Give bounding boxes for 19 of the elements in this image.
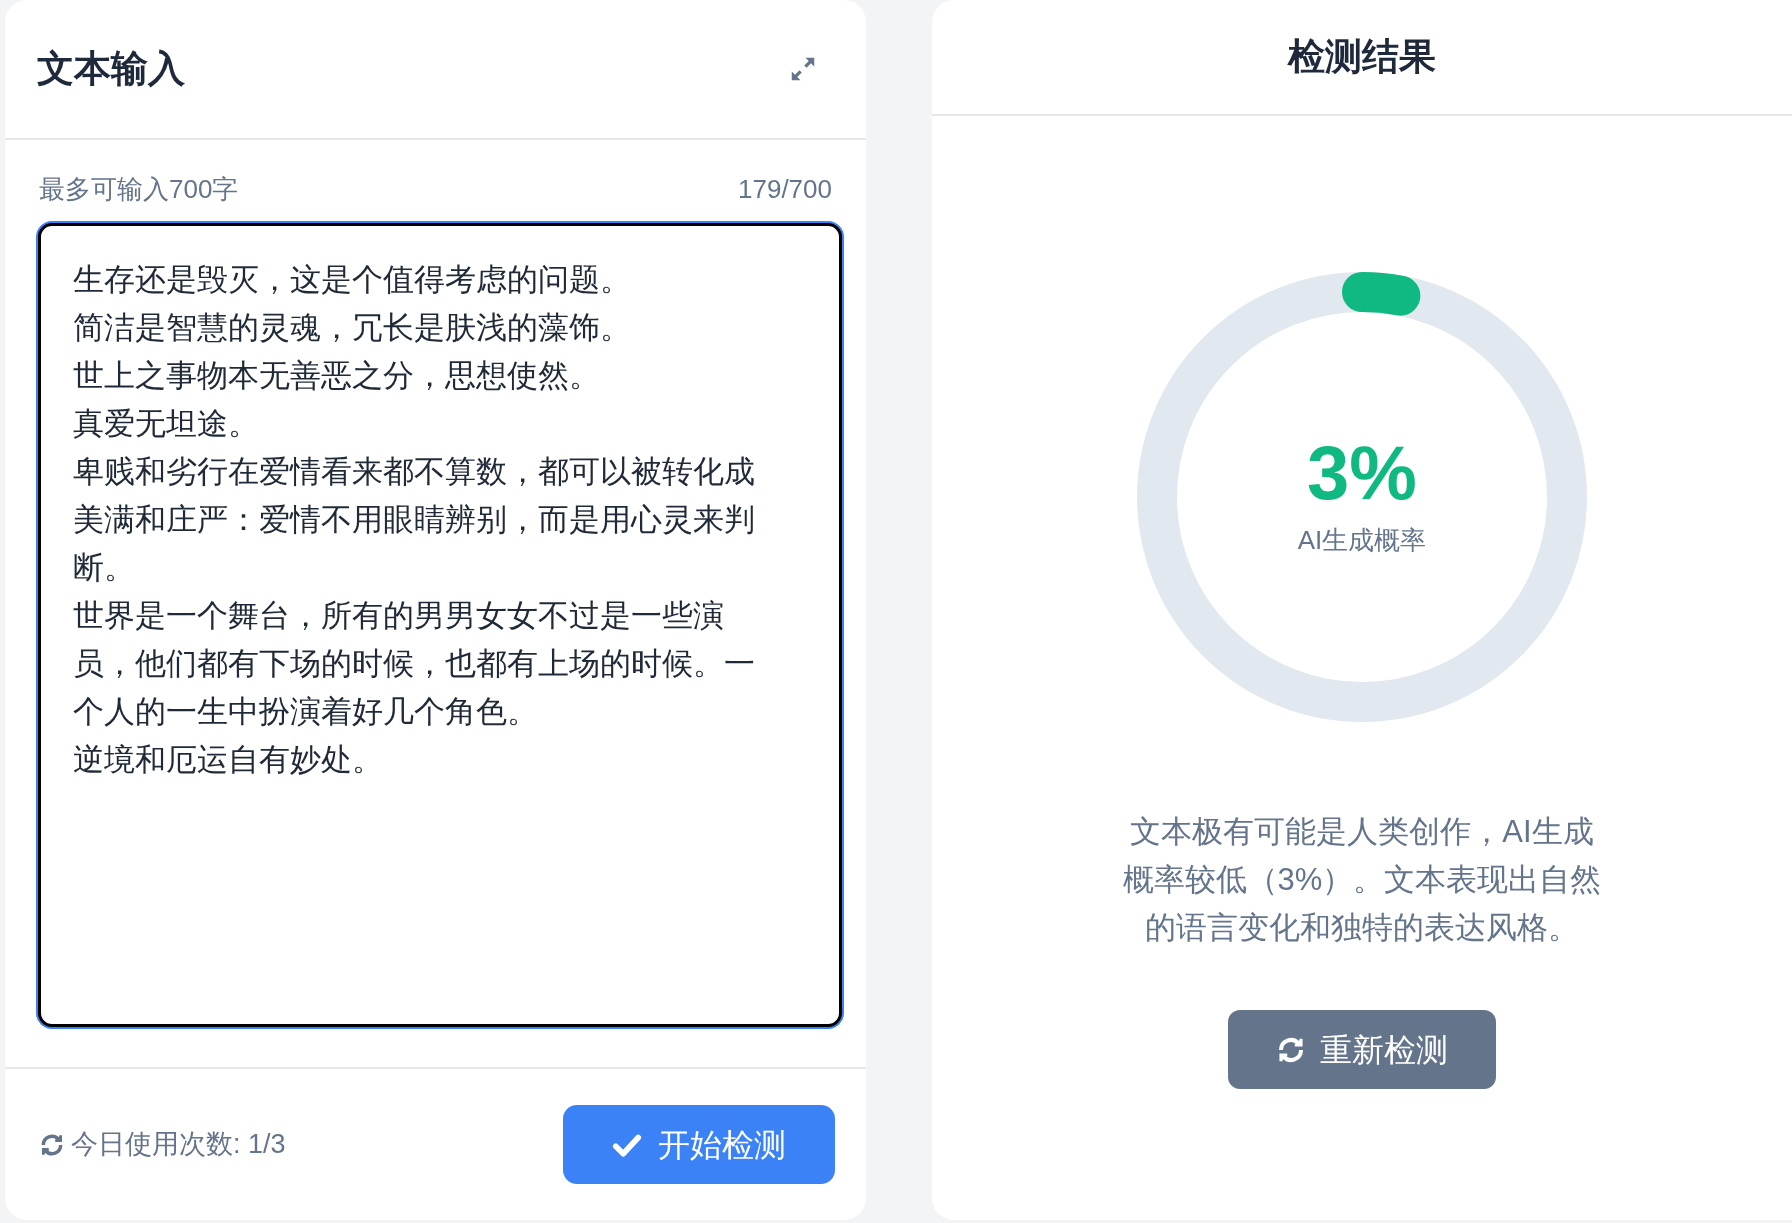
panel-title: 检测结果 — [1288, 35, 1436, 80]
probability-value: 3% — [1307, 434, 1417, 511]
probability-label: AI生成概率 — [1297, 523, 1427, 557]
input-text-line: 生存还是毁灭，这是个值得考虑的问题。 — [73, 261, 632, 299]
usage-count: 今日使用次数: 1/3 — [71, 1128, 286, 1162]
input-text-line: 卑贱和劣行在爱情看来都不算数，都可以被转化成美满和庄严：爱情不用眼睛辨别，而是用心灵来判断。 — [73, 453, 756, 587]
character-counter: 179/700 — [738, 173, 832, 206]
result-description: 文本极有可能是人类创作，AI生成概率较低（3%）。文本表现出自然的语言变化和独特的表达风格。 — [1121, 813, 1603, 947]
text-input[interactable]: 生存还是毁灭，这是个值得考虑的问题。 简洁是智慧的灵魂，冗长是肤浅的藻饰。 世上之事物本无善恶之分，思想使然。 真爱无坦途。 卑贱和劣行在爱情看来都不算数，都可以被转化成美满和庄严：爱情不用眼睛辨别，而是用心灵来判断。 世界是一个舞台，所有的男男女女不过是一些演员，他们都有下场的时候，也都有上场的时候。一个人的一生中扮演着好几个角色。 逆境和厄运自有妙处。 — [38, 223, 842, 1027]
input-text-line: 逆境和厄运自有妙处。 — [73, 741, 384, 779]
panel-title: 文本输入 — [37, 47, 185, 92]
input-text-line: 世上之事物本无善恶之分，思想使然。 — [73, 357, 601, 395]
start-detection-button[interactable]: 开始检测 — [563, 1105, 835, 1184]
input-text-line: 真爱无坦途。 — [73, 405, 260, 443]
retry-button[interactable]: 重新检测 — [1228, 1010, 1496, 1089]
hint-text: 最多可输入700字 — [39, 173, 239, 206]
input-text-line: 世界是一个舞台，所有的男男女女不过是一些演员，他们都有下场的时候，也都有上场的时候。一个人的一生中扮演着好几个角色。 — [73, 597, 756, 731]
input-text-line: 简洁是智慧的灵魂，冗长是肤浅的藻饰。 — [73, 309, 632, 347]
refresh-icon — [39, 1131, 65, 1158]
